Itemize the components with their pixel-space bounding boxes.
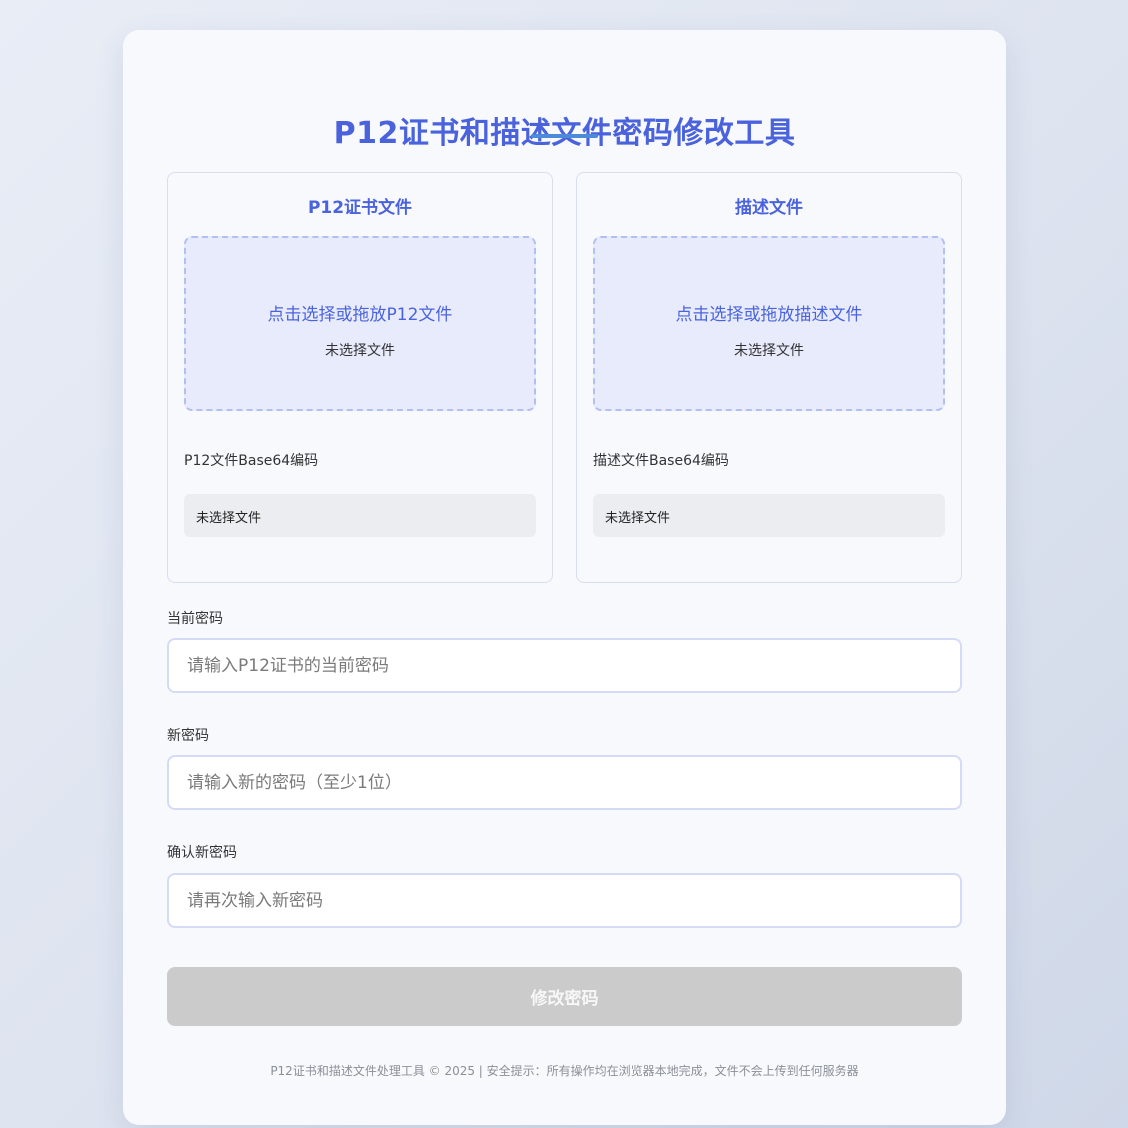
p12-base64-label: P12文件Base64编码 [184,453,319,469]
profile-drop-label: 点击选择或拖放描述文件 [675,305,863,325]
profile-upload-panel: 描述文件 点击选择或拖放描述文件 未选择文件 描述文件Base64编码 未选择文… [576,172,962,583]
p12-panel-title: P12证书文件 [307,198,413,218]
profile-panel-title: 描述文件 [735,198,803,218]
current-password-input[interactable] [167,638,962,693]
change-password-button[interactable]: 修改密码 [167,967,962,1026]
title-underline [531,134,598,138]
p12-base64-output[interactable]: 未选择文件 [184,494,536,537]
new-password-input[interactable] [167,755,962,810]
profile-base64-output[interactable]: 未选择文件 [593,494,945,537]
profile-base64-label: 描述文件Base64编码 [593,453,729,469]
confirm-password-label: 确认新密码 [167,845,237,861]
confirm-password-input[interactable] [167,873,962,928]
p12-drop-label: 点击选择或拖放P12文件 [267,305,453,325]
main-card: P12证书和描述文件密码修改工具 P12证书文件 点击选择或拖放P12文件 未选… [123,30,1006,1125]
footer-text: P12证书和描述文件处理工具 © 2025 | 安全提示：所有操作均在浏览器本地… [270,1064,859,1078]
p12-upload-panel: P12证书文件 点击选择或拖放P12文件 未选择文件 P12文件Base64编码… [167,172,553,583]
p12-file-status: 未选择文件 [325,343,395,359]
profile-dropzone[interactable]: 点击选择或拖放描述文件 未选择文件 [593,236,945,411]
profile-file-status: 未选择文件 [734,343,804,359]
page-title: P12证书和描述文件密码修改工具 [123,108,1006,152]
p12-dropzone[interactable]: 点击选择或拖放P12文件 未选择文件 [184,236,536,411]
current-password-label: 当前密码 [167,611,223,627]
new-password-label: 新密码 [167,728,209,744]
